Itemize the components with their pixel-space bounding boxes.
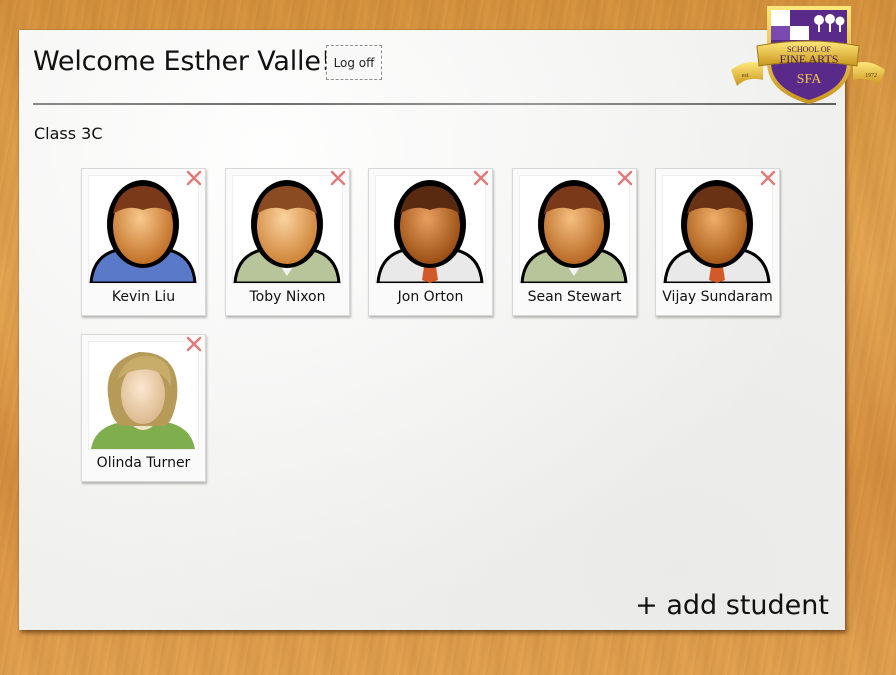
logo-est: est (742, 73, 749, 79)
main-panel (19, 30, 845, 630)
male-avatar-green-jacket-icon (232, 175, 343, 284)
logo-year: 1972 (865, 73, 877, 79)
male-avatar-white-shirt-tie-icon (662, 175, 773, 284)
student-card[interactable]: Olinda Turner (81, 334, 206, 482)
student-name: Kevin Liu (111, 289, 176, 305)
student-name: Jon Orton (397, 289, 464, 305)
male-avatar-green-jacket-icon (519, 175, 630, 284)
student-name: Vijay Sundaram (662, 289, 773, 305)
student-card[interactable]: Vijay Sundaram (655, 168, 780, 316)
remove-student-icon[interactable] (329, 169, 347, 187)
student-name: Sean Stewart (527, 289, 622, 305)
class-title: Class 3C (34, 124, 103, 143)
male-avatar-blue-sweater-icon (88, 175, 199, 284)
student-name: Toby Nixon (249, 289, 326, 305)
log-off-button[interactable]: Log off (326, 45, 382, 80)
welcome-heading: Welcome Esther Valle! (33, 46, 332, 77)
logo-line2: FINE ARTS (780, 52, 839, 66)
student-name: Olinda Turner (96, 455, 191, 471)
logo-initials: SFA (797, 72, 823, 87)
student-card[interactable]: Sean Stewart (512, 168, 637, 316)
student-card[interactable]: Toby Nixon (225, 168, 350, 316)
remove-student-icon[interactable] (185, 169, 203, 187)
school-logo: SCHOOL OF FINE ARTS SFA est 1972 (731, 6, 885, 104)
female-avatar-icon (88, 341, 199, 450)
remove-student-icon[interactable] (759, 169, 777, 187)
remove-student-icon[interactable] (472, 169, 490, 187)
male-avatar-white-shirt-tie-icon (375, 175, 486, 284)
header-divider (33, 103, 836, 105)
add-student-button[interactable]: + add student (635, 590, 829, 621)
remove-student-icon[interactable] (185, 335, 203, 353)
student-card[interactable]: Kevin Liu (81, 168, 206, 316)
remove-student-icon[interactable] (616, 169, 634, 187)
student-card[interactable]: Jon Orton (368, 168, 493, 316)
